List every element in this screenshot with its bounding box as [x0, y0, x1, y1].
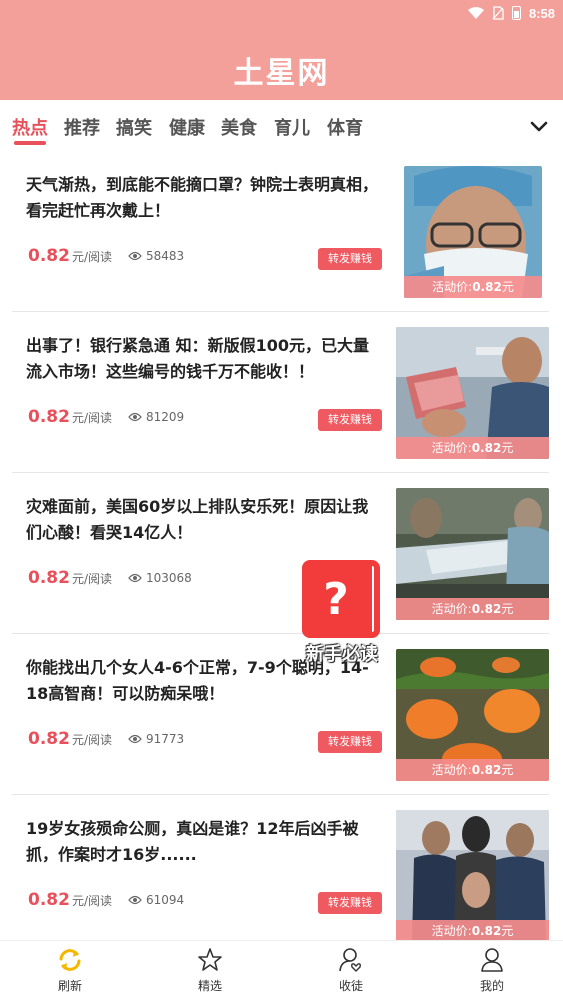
status-bar: 8:58 [467, 4, 555, 22]
eye-icon [128, 573, 142, 583]
article-price: 0.82 [28, 568, 70, 588]
eye-icon [128, 251, 142, 261]
article-title[interactable]: 出事了！银行紧急通 知：新版假100元，已大量流入市场！这些编号的钱千万不能收！… [26, 333, 378, 385]
promo-price-strip: 活动价:0.82元 [396, 598, 549, 620]
nav-profile-label: 我的 [479, 979, 504, 993]
article-price-unit: 元/阅读 [71, 572, 112, 586]
eye-icon [128, 895, 142, 905]
tab-health[interactable]: 健康 [169, 114, 205, 140]
article-title[interactable]: 天气渐热，到底能不能摘口罩？钟院士表明真相，看完赶忙再次戴上！ [26, 172, 378, 224]
tab-parenting[interactable]: 育儿 [274, 114, 310, 140]
nav-featured[interactable]: 精选 [170, 947, 250, 994]
article-views: 91773 [128, 732, 184, 746]
article-price-unit: 元/阅读 [71, 894, 112, 908]
article-thumbnail[interactable]: 活动价:0.82元 [396, 810, 549, 942]
article-meta: 0.82 元/阅读 103068 [28, 568, 192, 588]
article-thumbnail[interactable]: 活动价:0.82元 [396, 488, 549, 620]
article-meta: 0.82 元/阅读 81209 [28, 407, 184, 427]
promo-price-strip: 活动价:0.82元 [396, 437, 549, 459]
nav-featured-label: 精选 [197, 979, 222, 993]
promo-price-strip: 活动价:0.82元 [404, 276, 542, 298]
eye-icon [128, 734, 142, 744]
article-title[interactable]: 19岁女孩殒命公厕，真凶是谁？12年后凶手被抓，作案时才16岁...... [26, 816, 378, 868]
article-thumbnail[interactable]: 活动价:0.82元 [404, 166, 542, 298]
tab-hot[interactable]: 热点 [12, 114, 48, 140]
article-item[interactable]: 你能找出几个女人4-6个正常，7-9个聪明，14-18高智商！可以防痴呆哦！ 0… [12, 635, 549, 795]
article-price: 0.82 [28, 407, 70, 427]
tab-funny[interactable]: 搞笑 [116, 114, 152, 140]
nav-recruit[interactable]: 收徒 [311, 947, 391, 994]
wifi-icon [467, 7, 484, 19]
nav-profile[interactable]: 我的 [452, 947, 532, 994]
refresh-icon [59, 949, 81, 971]
promo-price-strip: 活动价:0.82元 [396, 759, 549, 781]
article-price-unit: 元/阅读 [71, 250, 112, 264]
article-price: 0.82 [28, 890, 70, 910]
app-title: 土星网 [233, 56, 330, 91]
active-tab-indicator [14, 141, 46, 145]
article-view-count: 81209 [146, 410, 185, 424]
question-icon: ? [323, 573, 349, 625]
share-earn-button[interactable]: 转发赚钱 [318, 248, 382, 270]
article-price-unit: 元/阅读 [71, 733, 112, 747]
tab-recommend[interactable]: 推荐 [64, 114, 100, 140]
category-tabs: 热点 推荐 搞笑 健康 美食 育儿 体育 [0, 100, 563, 152]
promo-price-strip: 活动价:0.82元 [396, 920, 549, 942]
eye-icon [128, 412, 142, 422]
recruit-icon [339, 948, 361, 972]
article-price-unit: 元/阅读 [71, 411, 112, 425]
tab-food[interactable]: 美食 [221, 114, 257, 140]
nav-refresh[interactable]: 刷新 [30, 947, 110, 994]
article-item[interactable]: 19岁女孩殒命公厕，真凶是谁？12年后凶手被抓，作案时才16岁...... 0.… [12, 796, 549, 956]
article-price: 0.82 [28, 729, 70, 749]
article-view-count: 61094 [146, 893, 185, 907]
article-views: 58483 [128, 249, 184, 263]
article-item[interactable]: 天气渐热，到底能不能摘口罩？钟院士表明真相，看完赶忙再次戴上！ 0.82 元/阅… [12, 152, 549, 312]
battery-icon [511, 6, 521, 20]
article-views: 81209 [128, 410, 184, 424]
article-thumbnail[interactable]: 活动价:0.82元 [396, 649, 549, 781]
newbie-guide-label: 新手必读 [306, 644, 378, 665]
article-view-count: 91773 [146, 732, 185, 746]
article-price: 0.82 [28, 246, 70, 266]
article-title[interactable]: 灾难面前，美国60岁以上排队安乐死！原因让我们心酸！看哭14亿人！ [26, 494, 378, 546]
newbie-guide-float[interactable]: ? 新手必读 [300, 560, 384, 666]
article-view-count: 103068 [146, 571, 192, 585]
article-meta: 0.82 元/阅读 58483 [28, 246, 184, 266]
article-views: 61094 [128, 893, 184, 907]
article-view-count: 58483 [146, 249, 185, 263]
no-sim-icon [492, 6, 504, 20]
article-item[interactable]: 出事了！银行紧急通 知：新版假100元，已大量流入市场！这些编号的钱千万不能收！… [12, 313, 549, 473]
bottom-nav: 刷新 精选 收徒 我的 [0, 940, 563, 1000]
nav-refresh-label: 刷新 [57, 979, 82, 993]
share-earn-button[interactable]: 转发赚钱 [318, 731, 382, 753]
article-meta: 0.82 元/阅读 61094 [28, 890, 184, 910]
nav-recruit-label: 收徒 [338, 979, 363, 993]
article-item[interactable]: 灾难面前，美国60岁以上排队安乐死！原因让我们心酸！看哭14亿人！ 0.82 元… [12, 474, 549, 634]
star-icon [198, 948, 222, 971]
profile-icon [481, 948, 503, 972]
tab-sports[interactable]: 体育 [327, 114, 363, 140]
article-thumbnail[interactable]: 活动价:0.82元 [396, 327, 549, 459]
share-earn-button[interactable]: 转发赚钱 [318, 409, 382, 431]
article-meta: 0.82 元/阅读 91773 [28, 729, 184, 749]
status-time: 8:58 [528, 5, 555, 21]
share-earn-button[interactable]: 转发赚钱 [318, 892, 382, 914]
article-views: 103068 [128, 571, 192, 585]
app-header: 8:58 土星网 [0, 0, 563, 100]
chevron-down-icon[interactable] [527, 114, 551, 138]
